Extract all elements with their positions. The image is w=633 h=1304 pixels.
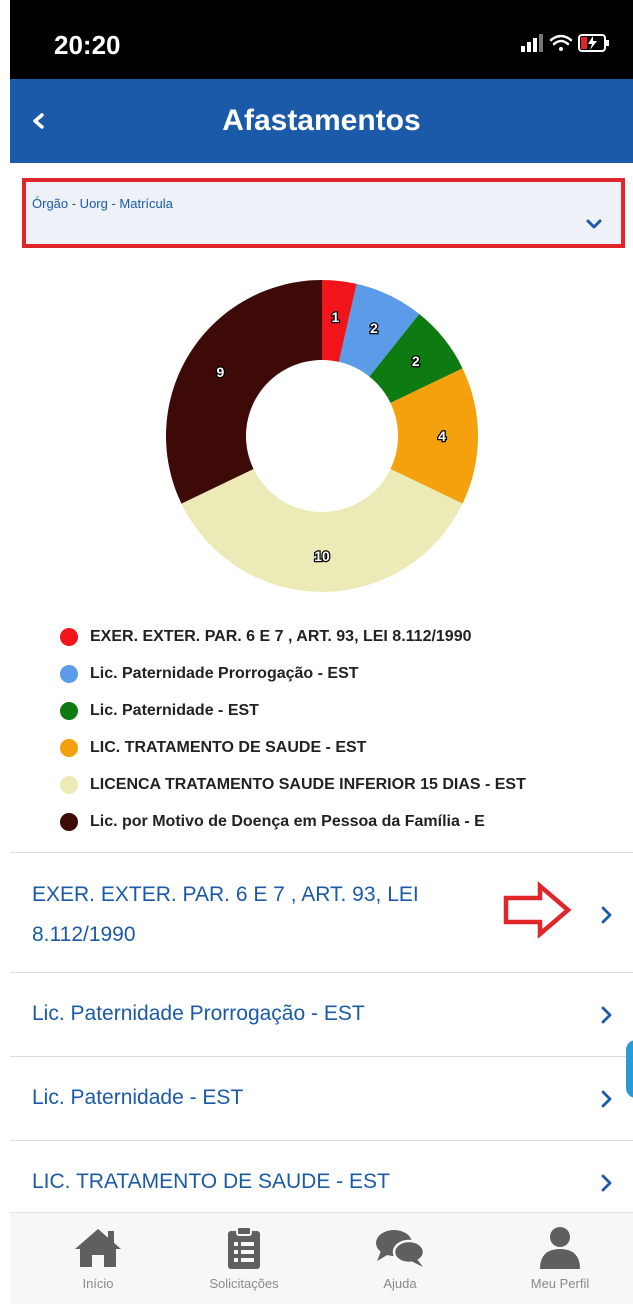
list-item-label: EXER. EXTER. PAR. 6 E 7 , ART. 93, LEI 8… bbox=[32, 875, 419, 955]
user-icon bbox=[540, 1227, 580, 1269]
list-item-line: 8.112/1990 bbox=[32, 923, 136, 946]
legend-color-dot bbox=[60, 738, 78, 757]
legend-item: Lic. Paternidade - EST bbox=[60, 692, 526, 729]
chevron-right-icon bbox=[601, 1006, 612, 1024]
legend-item: EXER. EXTER. PAR. 6 E 7 , ART. 93, LEI 8… bbox=[60, 618, 526, 655]
chart-legend: EXER. EXTER. PAR. 6 E 7 , ART. 93, LEI 8… bbox=[60, 618, 526, 840]
legend-item: Lic. Paternidade Prorrogação - EST bbox=[60, 655, 526, 692]
tab-inicio[interactable]: Início bbox=[28, 1213, 168, 1304]
chat-bubbles-icon bbox=[376, 1230, 426, 1267]
legend-label: LICENCA TRATAMENTO SAUDE INFERIOR 15 DIA… bbox=[90, 775, 526, 793]
donut-slice[interactable] bbox=[181, 468, 463, 592]
slice-value-label: 2 bbox=[412, 353, 420, 369]
select-label: Órgão - Uorg - Matrícula bbox=[32, 196, 173, 211]
status-time: 20:20 bbox=[54, 30, 121, 60]
list-item-lic-paternidade[interactable]: Lic. Paternidade - EST bbox=[10, 1056, 633, 1140]
status-icons bbox=[521, 34, 609, 52]
donut-slice[interactable] bbox=[166, 280, 322, 504]
legend-item: LICENCA TRATAMENTO SAUDE INFERIOR 15 DIA… bbox=[60, 766, 526, 803]
legend-color-dot bbox=[60, 701, 78, 720]
clipboard-icon bbox=[228, 1226, 260, 1269]
slice-value-label: 4 bbox=[438, 428, 446, 444]
list-item-label: Lic. Paternidade - EST bbox=[32, 1086, 244, 1109]
legend-item: Lic. por Motivo de Doença em Pessoa da F… bbox=[60, 803, 526, 840]
slice-value-label: 1 bbox=[332, 309, 340, 325]
slice-value-label: 9 bbox=[216, 364, 224, 380]
legend-color-dot bbox=[60, 627, 78, 646]
legend-label: Lic. por Motivo de Doença em Pessoa da F… bbox=[90, 812, 485, 830]
chevron-right-icon bbox=[601, 1174, 612, 1192]
signal-icon bbox=[521, 34, 543, 52]
slice-value-label: 10 bbox=[314, 548, 330, 564]
tab-label: Meu Perfil bbox=[530, 1276, 590, 1291]
tab-solicitacoes[interactable]: Solicitações bbox=[174, 1213, 314, 1304]
legend-color-dot bbox=[60, 812, 78, 831]
list-item-lic-tratamento-saude[interactable]: LIC. TRATAMENTO DE SAUDE - EST bbox=[10, 1140, 633, 1216]
wifi-icon bbox=[549, 34, 573, 51]
legend-label: LIC. TRATAMENTO DE SAUDE - EST bbox=[90, 738, 367, 756]
home-icon bbox=[75, 1229, 121, 1267]
tab-bar: Início Solicitações Ajuda Meu Perfil bbox=[10, 1212, 633, 1304]
list-item-label: Lic. Paternidade Prorrogação - EST bbox=[32, 1002, 365, 1025]
battery-icon bbox=[578, 34, 609, 52]
list-item-line: EXER. EXTER. PAR. 6 E 7 , ART. 93, LEI bbox=[32, 883, 419, 906]
tab-label: Ajuda bbox=[383, 1276, 417, 1291]
slice-value-label: 2 bbox=[370, 320, 378, 336]
nav-bar: Afastamentos bbox=[10, 79, 633, 163]
annotation-arrow-icon bbox=[503, 881, 572, 939]
chevron-right-icon bbox=[601, 906, 612, 924]
legend-item: LIC. TRATAMENTO DE SAUDE - EST bbox=[60, 729, 526, 766]
list-item-label: LIC. TRATAMENTO DE SAUDE - EST bbox=[32, 1170, 390, 1193]
chevron-right-icon bbox=[601, 1090, 612, 1108]
tab-meu-perfil[interactable]: Meu Perfil bbox=[490, 1213, 630, 1304]
legend-label: EXER. EXTER. PAR. 6 E 7 , ART. 93, LEI 8… bbox=[90, 627, 472, 645]
orgao-uorg-matricula-select[interactable]: Órgão - Uorg - Matrícula bbox=[22, 178, 625, 248]
list-item-lic-paternidade-prorrogacao[interactable]: Lic. Paternidade Prorrogação - EST bbox=[10, 972, 633, 1056]
status-bar: 20:20 bbox=[10, 0, 633, 79]
legend-color-dot bbox=[60, 664, 78, 683]
side-tab-handle[interactable] bbox=[626, 1040, 633, 1098]
donut-chart: 1 2 2 4 10 9 bbox=[166, 280, 478, 592]
page-title: Afastamentos bbox=[222, 104, 421, 137]
legend-label: Lic. Paternidade Prorrogação - EST bbox=[90, 664, 359, 682]
legend-color-dot bbox=[60, 775, 78, 794]
tab-label: Solicitações bbox=[209, 1276, 279, 1291]
tab-label: Início bbox=[82, 1276, 114, 1291]
tab-ajuda[interactable]: Ajuda bbox=[330, 1213, 470, 1304]
legend-label: Lic. Paternidade - EST bbox=[90, 701, 259, 719]
chevron-down-icon bbox=[586, 219, 602, 229]
